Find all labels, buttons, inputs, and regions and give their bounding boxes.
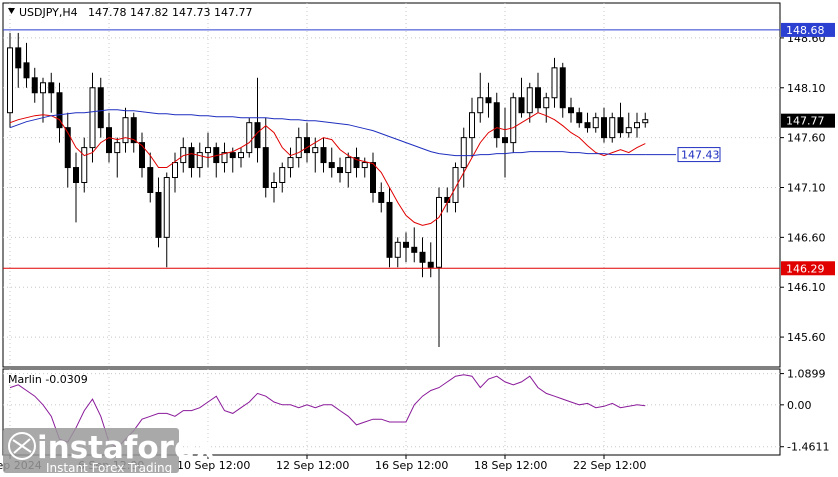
candle-body — [106, 127, 112, 154]
candle-body — [304, 137, 310, 154]
candle-body — [81, 147, 88, 184]
candle-body — [617, 117, 624, 134]
candle-body — [205, 147, 211, 154]
candle-body — [40, 82, 46, 94]
candle-body — [394, 241, 401, 258]
candle-body — [601, 117, 607, 139]
candle-body — [642, 119, 649, 124]
candle-body — [312, 147, 319, 154]
candle-body — [370, 162, 376, 193]
svg-text:146.29: 146.29 — [786, 262, 825, 275]
candle-body — [477, 97, 484, 114]
candle-body — [328, 162, 335, 169]
candle-body — [163, 177, 170, 238]
candle-body — [279, 167, 286, 184]
candle-body — [89, 87, 96, 149]
candle-body — [295, 137, 302, 159]
svg-text:147.77: 147.77 — [786, 115, 825, 128]
price-tick-label: 146.60 — [787, 231, 826, 244]
candle-body — [320, 147, 327, 164]
candle-body — [238, 152, 244, 159]
main-panel-frame — [2, 2, 781, 368]
candle-body — [493, 102, 500, 139]
indicator-tick-label: 0.00 — [787, 399, 812, 412]
candle-body — [535, 87, 541, 109]
price-tick-label: 147.60 — [787, 132, 826, 145]
blue-average-value-label: 147.43 — [677, 147, 721, 163]
time-tick-label: 22 Sep 12:00 — [573, 459, 646, 472]
candle-body — [485, 97, 492, 104]
time-tick-label: 18 Sep 12:00 — [474, 459, 547, 472]
candle-body — [73, 167, 79, 184]
candle-body — [592, 117, 599, 129]
current-price-label: 147.77 — [781, 113, 835, 128]
candle-body — [568, 107, 574, 114]
candle-body — [510, 97, 517, 144]
price-tick-label: 148.10 — [787, 82, 826, 95]
candle-body — [460, 137, 467, 169]
candle-body — [229, 152, 236, 159]
candle-body — [625, 127, 632, 134]
svg-text:148.68: 148.68 — [786, 24, 825, 37]
candle-body — [64, 127, 71, 169]
candle-body — [403, 241, 409, 248]
candle-body — [188, 147, 195, 169]
candle-body — [262, 147, 269, 188]
candle[interactable] — [246, 117, 253, 158]
candle-body — [361, 162, 368, 169]
candle[interactable] — [609, 112, 616, 143]
indicator-axis: 1.0899 0.00 -1.4611 — [780, 368, 829, 454]
candle-body — [345, 157, 352, 174]
candle-body — [526, 87, 533, 114]
candle-body — [287, 157, 294, 169]
ohlc-readout: 147.78 147.82 147.73 147.77 — [88, 6, 252, 19]
candle-body — [386, 201, 393, 258]
candle-body — [419, 251, 426, 263]
candle-body — [469, 112, 475, 139]
price-tick-label: 145.60 — [787, 331, 826, 344]
candle-body — [97, 87, 104, 129]
support-level-label: 146.29 — [781, 261, 835, 276]
candle-body — [271, 182, 277, 188]
price-tick-label: 146.10 — [787, 281, 826, 294]
candle-body — [15, 47, 22, 69]
resistance-level-label: 148.68 — [781, 22, 835, 37]
candle-body — [114, 142, 121, 154]
candle-body — [576, 112, 583, 124]
candle-body — [23, 62, 30, 79]
candle-body — [31, 77, 38, 94]
candle-body — [551, 67, 558, 99]
candle-body — [147, 167, 154, 193]
candle-body — [122, 117, 129, 144]
candle-body — [246, 122, 253, 154]
candle-body — [584, 122, 591, 129]
candle-body — [427, 261, 434, 268]
time-tick-label: 12 Sep 12:00 — [276, 459, 349, 472]
candle-body — [337, 167, 343, 174]
svg-text:147.43: 147.43 — [681, 149, 720, 162]
candle-body — [48, 82, 55, 94]
candle-body — [378, 191, 385, 203]
indicator-tick-label: -1.4611 — [787, 441, 829, 454]
indicator-title: Marlin -0.0309 — [8, 373, 88, 386]
chart-symbol: USDJPY,H4 — [19, 6, 78, 19]
candle-body — [155, 191, 162, 238]
candle-body — [518, 97, 525, 114]
candle-body — [543, 97, 550, 109]
price-tick-label: 147.10 — [787, 181, 826, 194]
price-axis: 148.60148.10147.60147.10146.60146.10145.… — [780, 32, 826, 344]
candle-body — [609, 117, 616, 139]
price-chart[interactable]: 148.60148.10147.60147.10146.60146.10145.… — [0, 0, 838, 477]
candle-body — [436, 196, 442, 268]
candle-body — [634, 122, 640, 129]
candle-body — [411, 246, 418, 253]
time-tick-label: 16 Sep 12:00 — [375, 459, 448, 472]
candle-body — [172, 162, 178, 179]
candle-body — [7, 47, 13, 114]
candle-body — [559, 67, 566, 109]
logo-tagline: Instant Forex Trading — [46, 461, 172, 475]
candle-body — [502, 137, 508, 144]
indicator-tick-label: 1.0899 — [787, 368, 826, 381]
